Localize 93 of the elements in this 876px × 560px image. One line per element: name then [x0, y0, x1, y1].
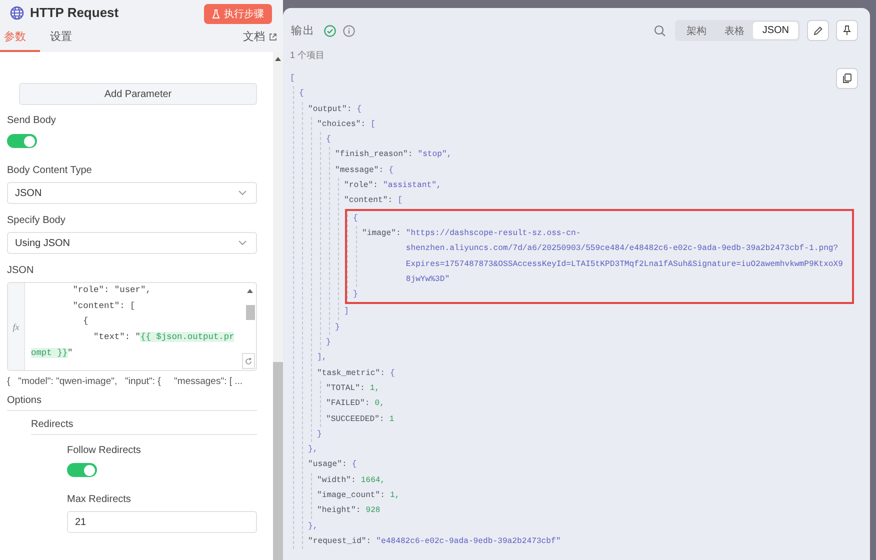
field-label: Specify Body	[7, 215, 66, 227]
item-count: 1 个项目	[290, 49, 326, 61]
json-key: "image_count":	[317, 491, 385, 500]
json-bracket: },	[308, 522, 318, 531]
json-bracket: {	[388, 166, 394, 175]
edit-button[interactable]	[807, 20, 829, 41]
json-key: "task_metric":	[317, 368, 385, 378]
json-key: "usage":	[308, 460, 347, 470]
json-key: "SUCCEEDED":	[326, 414, 384, 424]
json-value: 1,	[390, 491, 400, 500]
code-line: "text": "{{ $json.output.pr	[92, 331, 234, 344]
json-bracket: {	[299, 89, 304, 98]
json-key: "request_id":	[308, 536, 372, 546]
number-field[interactable]: 21	[67, 511, 257, 533]
json-key: "message":	[335, 166, 384, 175]
view-tab[interactable]: 表格	[715, 22, 754, 39]
json-bracket: [	[290, 74, 295, 83]
view-tab[interactable]: 架构	[677, 22, 716, 39]
chevron-down-icon	[238, 190, 247, 196]
toggle-switch[interactable]	[7, 134, 37, 148]
field-label: Send Body	[7, 115, 56, 127]
json-bracket: {	[353, 214, 358, 223]
copy-button[interactable]	[836, 68, 858, 89]
code-line: "role": "user",	[72, 284, 151, 297]
code-line: ompt }}"	[31, 346, 73, 360]
toggle-switch[interactable]	[67, 463, 97, 477]
json-key: "width":	[317, 476, 356, 485]
json-key: "height":	[317, 506, 361, 516]
json-key: "choices":	[317, 120, 366, 129]
json-bracket: [	[398, 196, 402, 206]
fx-label: fx	[12, 322, 20, 332]
json-value: 1	[389, 414, 394, 424]
rotate-arrow-drawing	[245, 358, 252, 364]
panel-title: 输出	[291, 24, 315, 38]
copy-icon	[842, 73, 852, 84]
json-key: "finish_reason":	[335, 150, 413, 160]
json-preview: { "model": "qwen-image", "input": { "messages": [ ...	[7, 376, 243, 387]
json-bracket: {	[356, 104, 362, 114]
json-bracket: ],	[317, 353, 327, 362]
field-label: JSON	[7, 265, 34, 277]
add-parameter-button[interactable]: Add Parameter	[19, 83, 257, 105]
pencil-icon	[813, 26, 823, 36]
json-key: "TOTAL":	[326, 384, 365, 393]
json-value: "assistant",	[383, 181, 442, 190]
panel-title: HTTP Request	[30, 5, 120, 20]
view-tab[interactable]: JSON	[753, 22, 798, 39]
scrollbar-thumb[interactable]	[246, 305, 254, 320]
json-value: "e48482c6-e02c-9ada-9edb-39a2b2473cbf"	[376, 536, 561, 546]
section-title: Options	[7, 395, 257, 411]
json-bracket: ]	[344, 307, 349, 316]
json-value: 0,	[374, 399, 384, 408]
json-bracket: {	[390, 368, 395, 378]
docs-link[interactable]: 文档	[243, 29, 277, 52]
json-bracket: }	[353, 290, 358, 300]
json-key: "role":	[344, 181, 378, 190]
code-line: {	[82, 315, 88, 328]
json-bracket: },	[308, 445, 318, 454]
chevron-down-icon	[238, 240, 247, 246]
json-bracket: }	[326, 338, 331, 348]
json-value: 928	[366, 506, 380, 516]
pin-icon	[842, 25, 852, 36]
up-arrow-icon	[247, 289, 253, 293]
search-icon	[654, 24, 666, 36]
json-bracket: {	[352, 460, 357, 470]
pin-button[interactable]	[836, 20, 858, 41]
json-bracket: }	[317, 430, 322, 439]
field-label: Max Redirects	[67, 494, 131, 506]
external-link-icon	[269, 32, 277, 40]
field-label: Body Content Type	[7, 165, 92, 177]
json-key: "content":	[344, 196, 393, 206]
code-line: "content": [	[72, 300, 136, 313]
check-circle-icon	[324, 24, 336, 36]
json-value: 1664,	[360, 476, 386, 485]
tab[interactable]: 设置	[46, 29, 86, 52]
json-key: "image":	[362, 228, 401, 238]
json-bracket: {	[326, 135, 331, 144]
section-title: Redirects	[31, 419, 257, 435]
select-field[interactable]: Using JSON	[7, 232, 257, 254]
code-editor[interactable]: fx "role": "user", "content": [ { "text": "{{ $json.output.pr ompt }}"	[7, 282, 257, 371]
json-key: "FAILED":	[326, 399, 370, 408]
info-icon	[343, 24, 355, 36]
field-label: Follow Redirects	[67, 445, 141, 457]
flask-icon	[212, 8, 220, 18]
up-arrow-icon	[275, 57, 281, 61]
json-key: "output":	[308, 104, 352, 114]
select-field[interactable]: JSON	[7, 182, 257, 204]
json-bracket: [	[370, 120, 376, 129]
json-value: "stop",	[418, 150, 452, 160]
refresh-icon[interactable]	[242, 353, 255, 369]
json-bracket: }	[335, 322, 340, 332]
json-value: 1,	[370, 384, 380, 393]
json-value: "https://dashscope-result-sz.oss-cn- shenzhen.aliyuncs.com/7d/a6/20250903/559ce484/e48482c6-e02c-9ada-9edb-39a2b2473cbf-1.png? Expires=1757487873&OSSAccessKeyId=LTAI5tKPD3TMqf2Lna1fASuh&Signature=iuO2awemhvkwmP9KtxoX9 8jwYw%3D"	[406, 228, 843, 286]
globe-icon	[10, 6, 24, 20]
